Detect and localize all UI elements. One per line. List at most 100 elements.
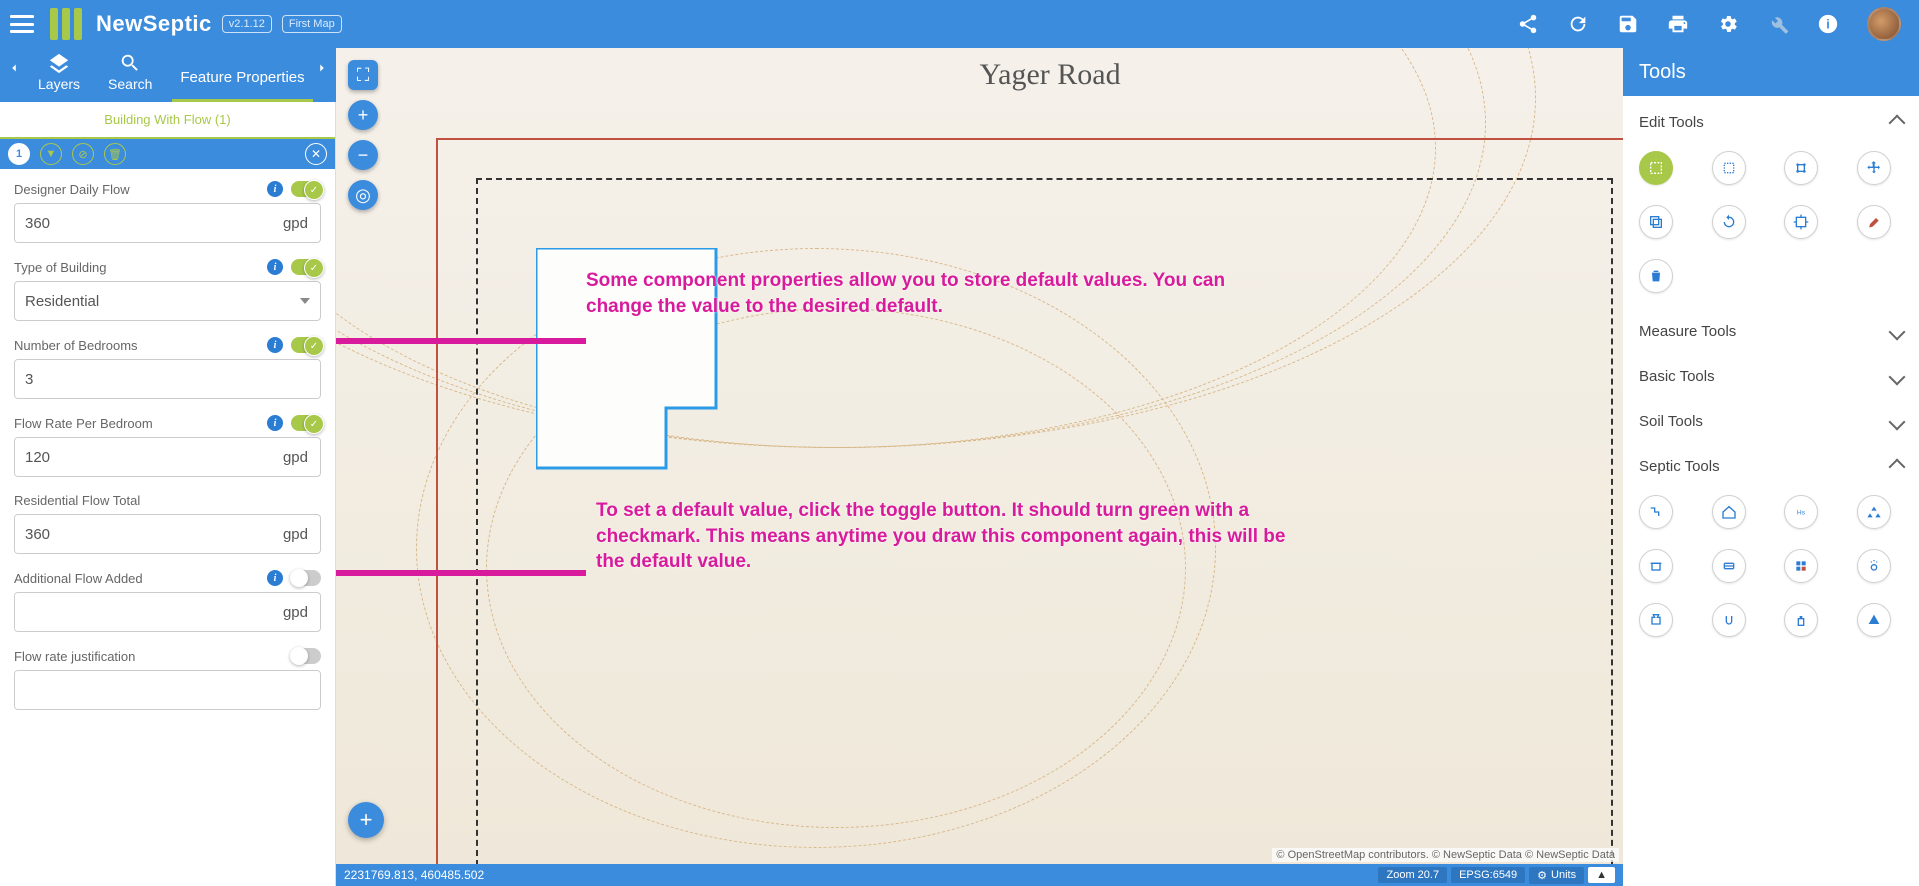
septic-spray-tool[interactable] <box>1857 549 1891 583</box>
septic-pipe-tool[interactable] <box>1639 495 1673 529</box>
chevron-down-icon <box>1889 368 1906 385</box>
delete-icon[interactable]: 🗑 <box>104 143 126 165</box>
map-canvas[interactable]: Yager Road ⛶ + − ◎ + Some component prop… <box>336 48 1623 886</box>
number-of-bedrooms-input[interactable] <box>15 360 320 398</box>
residential-flow-total-input[interactable] <box>15 515 271 553</box>
info-icon[interactable]: i <box>267 570 283 586</box>
refresh-icon[interactable] <box>1567 13 1589 35</box>
field-label: Additional Flow Added <box>14 571 259 586</box>
lasso-tool[interactable] <box>1712 151 1746 185</box>
tabs-prev-button[interactable] <box>2 56 26 80</box>
field-label: Flow Rate Per Bedroom <box>14 416 259 431</box>
unit-label: gpd <box>271 438 320 476</box>
chevron-down-icon <box>1889 413 1906 430</box>
septic-outlet-tool[interactable] <box>1712 603 1746 637</box>
info-icon[interactable]: i <box>267 181 283 197</box>
default-toggle-type-of-building[interactable] <box>291 259 321 275</box>
septic-house-tool[interactable] <box>1712 495 1746 529</box>
map-attribution: © OpenStreetMap contributors. © NewSepti… <box>1272 848 1619 862</box>
flow-rate-justification-input[interactable] <box>15 671 320 709</box>
tools-panel-title: Tools <box>1623 48 1919 96</box>
selected-feature-title: Building With Flow (1) <box>0 102 335 139</box>
unit-label: gpd <box>271 593 320 631</box>
coords-readout: 2231769.813, 460485.502 <box>344 868 484 882</box>
tools-icon[interactable] <box>1767 13 1789 35</box>
field-label: Residential Flow Total <box>14 493 321 508</box>
selection-count-badge[interactable]: 1 <box>8 143 30 165</box>
zoom-in-button[interactable]: + <box>348 100 378 130</box>
default-toggle-flow-per-bedroom[interactable] <box>291 415 321 431</box>
info-icon[interactable]: i <box>267 259 283 275</box>
tab-feature-properties[interactable]: Feature Properties <box>166 69 318 102</box>
field-label: Designer Daily Flow <box>14 182 259 197</box>
svg-text:i: i <box>1826 17 1830 32</box>
info-icon[interactable]: i <box>267 337 283 353</box>
transform-tool[interactable] <box>1784 151 1818 185</box>
fullscreen-button[interactable]: ⛶ <box>348 60 378 90</box>
rotate-tool[interactable] <box>1712 205 1746 239</box>
select-tool[interactable] <box>1639 151 1673 185</box>
septic-pump-tool[interactable] <box>1857 603 1891 637</box>
tab-layers-label: Layers <box>38 76 80 92</box>
close-panel-button[interactable]: ✕ <box>305 143 327 165</box>
add-feature-button[interactable]: + <box>348 802 384 838</box>
delete-tool[interactable] <box>1639 259 1673 293</box>
move-tool[interactable] <box>1857 151 1891 185</box>
septic-hs-tool[interactable]: Hs <box>1784 495 1818 529</box>
default-toggle-additional-flow[interactable] <box>291 570 321 586</box>
locate-button[interactable]: ◎ <box>348 180 378 210</box>
settings-icon[interactable] <box>1717 13 1739 35</box>
accordion-basic-tools[interactable]: Basic Tools <box>1623 354 1919 399</box>
septic-tank-tool[interactable] <box>1639 549 1673 583</box>
chevron-up-icon <box>1889 114 1906 131</box>
type-of-building-select[interactable]: Residential <box>14 281 321 321</box>
default-toggle-bedrooms[interactable] <box>291 337 321 353</box>
tab-search[interactable]: Search <box>94 52 166 102</box>
print-icon[interactable] <box>1667 13 1689 35</box>
zoom-out-button[interactable]: − <box>348 140 378 170</box>
septic-inlet-tool[interactable] <box>1639 603 1673 637</box>
chevron-down-icon <box>300 298 310 304</box>
septic-grid-tool[interactable] <box>1784 549 1818 583</box>
info-icon[interactable]: i <box>267 415 283 431</box>
epsg-chip[interactable]: EPSG:6549 <box>1451 867 1525 883</box>
designer-daily-flow-input[interactable] <box>15 204 271 242</box>
paint-tool[interactable] <box>1857 205 1891 239</box>
menu-button[interactable] <box>10 15 34 33</box>
info-icon[interactable]: i <box>1817 13 1839 35</box>
accordion-edit-tools[interactable]: Edit Tools <box>1623 100 1919 145</box>
flow-rate-per-bedroom-input[interactable] <box>15 438 271 476</box>
layers-toggle-chip[interactable]: ▲ <box>1588 867 1615 883</box>
zoom-chip[interactable]: Zoom 20.7 <box>1378 867 1447 883</box>
copy-tool[interactable] <box>1639 205 1673 239</box>
chevron-down-icon <box>1889 323 1906 340</box>
septic-field-tool[interactable] <box>1712 549 1746 583</box>
field-label: Type of Building <box>14 260 259 275</box>
accordion-soil-tools[interactable]: Soil Tools <box>1623 399 1919 444</box>
default-toggle-flow-justification[interactable] <box>291 648 321 664</box>
field-label: Number of Bedrooms <box>14 338 259 353</box>
septic-distribute-tool[interactable] <box>1857 495 1891 529</box>
tab-layers[interactable]: Layers <box>24 52 94 102</box>
additional-flow-added-input[interactable] <box>15 593 271 631</box>
chevron-up-icon <box>1889 458 1906 475</box>
filter-icon[interactable]: ▼ <box>40 143 62 165</box>
user-avatar[interactable] <box>1867 7 1901 41</box>
accordion-septic-tools[interactable]: Septic Tools <box>1623 444 1919 489</box>
app-logo <box>50 8 82 40</box>
tab-feature-properties-label: Feature Properties <box>180 69 304 86</box>
snap-tool[interactable] <box>1784 205 1818 239</box>
accordion-measure-tools[interactable]: Measure Tools <box>1623 309 1919 354</box>
share-icon[interactable] <box>1517 13 1539 35</box>
default-toggle-designer-daily-flow[interactable] <box>291 181 321 197</box>
visibility-off-icon[interactable]: ⊘ <box>72 143 94 165</box>
map-name-chip[interactable]: First Map <box>282 15 342 33</box>
field-label: Flow rate justification <box>14 649 283 664</box>
app-name: NewSeptic <box>96 11 212 37</box>
units-chip[interactable]: ⚙ Units <box>1529 867 1584 884</box>
version-chip: v2.1.12 <box>222 15 272 33</box>
septic-dbox-tool[interactable] <box>1784 603 1818 637</box>
save-icon[interactable] <box>1617 13 1639 35</box>
svg-text:Hs: Hs <box>1797 510 1806 517</box>
tabs-next-button[interactable] <box>310 56 334 80</box>
